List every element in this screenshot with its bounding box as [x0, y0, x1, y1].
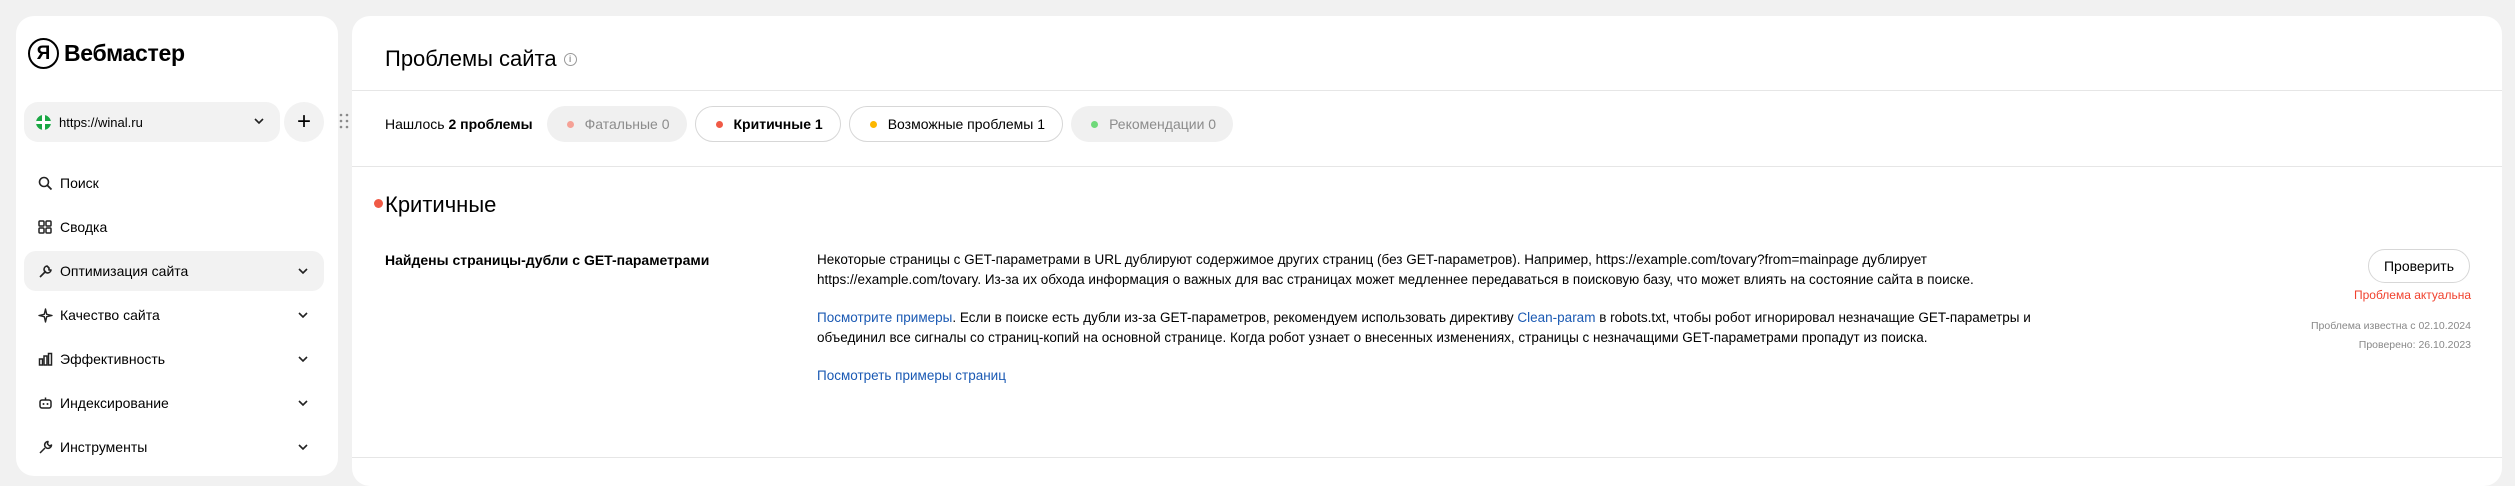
sidebar-item-search[interactable]: Поиск [24, 163, 324, 203]
status-dot-icon [715, 120, 723, 128]
sidebar-item-label: Сводка [60, 219, 108, 235]
robot-icon [37, 395, 53, 411]
filter-critical[interactable]: Критичные 1 [694, 106, 841, 142]
sidebar-item-label: Эффективность [60, 351, 166, 367]
filter-possible[interactable]: Возможные проблемы 1 [848, 106, 1064, 142]
add-site-button[interactable]: + [284, 102, 324, 142]
filter-count: 0 [1208, 116, 1217, 132]
status-dot-icon [869, 120, 877, 128]
chevron-down-icon [296, 264, 310, 278]
examples-link[interactable]: Посмотрите примеры [817, 310, 952, 325]
filter-recommendations[interactable]: Рекомендации 0 [1071, 106, 1234, 142]
filter-label: Критичные [733, 116, 812, 132]
page-title: Проблемы сайта i [385, 46, 577, 72]
site-selector[interactable]: https://winal.ru [24, 102, 280, 142]
sidebar-item-label: Инструменты [60, 439, 148, 455]
filter-fatal[interactable]: Фатальные 0 [546, 106, 687, 142]
found-prefix: Нашлось [385, 116, 445, 132]
sparkle-icon [37, 307, 53, 323]
sidebar-item-quality[interactable]: Качество сайта [24, 295, 324, 335]
paragraph-text: . Если в поиске есть дубли из-за GET-пар… [952, 310, 1518, 325]
sidebar-item-summary[interactable]: Сводка [24, 207, 324, 247]
filter-count: 1 [1037, 116, 1046, 132]
divider [352, 90, 2502, 91]
sidebar-item-label: Качество сайта [60, 307, 160, 323]
divider [352, 457, 2502, 458]
known-since-text: Проблема известна с 02.10.2024 [2310, 320, 2471, 332]
page-title-text: Проблемы сайта [385, 46, 557, 71]
view-examples-link[interactable]: Посмотреть примеры страниц [817, 368, 1006, 383]
filter-count: 0 [661, 116, 670, 132]
tool-icon [37, 439, 53, 455]
filter-label: Возможные проблемы [887, 116, 1034, 132]
sidebar-item-efficiency[interactable]: Эффективность [24, 339, 324, 379]
logo-text: Вебмастер [64, 39, 185, 66]
status-badge: Проблема актуальна [2353, 288, 2471, 302]
problem-description: Некоторые страницы с GET-параметрами в U… [817, 250, 2032, 405]
sidebar-item-label: Оптимизация сайта [60, 263, 189, 279]
sidebar: Я Вебмастер https://winal.ru + Поиск Сво… [16, 16, 349, 476]
grid-icon [37, 219, 53, 235]
filter-label: Фатальные [584, 116, 658, 132]
check-button[interactable]: Проверить [2368, 249, 2470, 283]
chevron-down-icon [296, 396, 310, 410]
chevron-down-icon [252, 114, 266, 128]
problem-title: Найдены страницы-дубли с GET-параметрами [385, 252, 710, 268]
filter-label: Рекомендации [1109, 116, 1205, 132]
sidebar-item-indexing[interactable]: Индексирование [24, 383, 324, 423]
clean-param-link[interactable]: Clean-param [1517, 310, 1595, 325]
sidebar-item-optimization[interactable]: Оптимизация сайта [24, 251, 324, 291]
globe-icon [36, 114, 51, 130]
problem-paragraph-1: Некоторые страницы с GET-параметрами в U… [817, 252, 1974, 287]
drag-handle-icon[interactable] [339, 112, 351, 132]
logo[interactable]: Я Вебмастер [28, 36, 185, 70]
sidebar-item-tools[interactable]: Инструменты [24, 427, 324, 467]
sidebar-item-label: Индексирование [60, 395, 169, 411]
yandex-logo-icon: Я [28, 37, 59, 69]
filter-count: 1 [814, 116, 823, 132]
section-title: Критичные [385, 192, 497, 217]
bar-chart-icon [37, 351, 53, 367]
found-summary: Нашлось 2 проблемы [385, 116, 533, 132]
main-content: Проблемы сайта i Нашлось 2 проблемы Фата… [352, 16, 2502, 486]
search-icon [37, 175, 53, 191]
chevron-down-icon [296, 352, 310, 366]
info-icon[interactable]: i [563, 52, 577, 66]
status-dot-icon [1091, 120, 1099, 128]
chevron-down-icon [296, 308, 310, 322]
found-count: 2 проблемы [448, 116, 533, 132]
sidebar-item-label: Поиск [60, 175, 99, 191]
problem-paragraph-2: Посмотрите примеры. Если в поиске есть д… [817, 308, 2032, 347]
site-url: https://winal.ru [59, 114, 143, 130]
problem-filters: Нашлось 2 проблемы Фатальные 0 Критичные… [385, 106, 1241, 142]
sidebar-nav: Поиск Сводка Оптимизация сайта Качество … [24, 163, 324, 471]
divider [352, 166, 2502, 167]
status-dot-icon [566, 120, 574, 128]
critical-dot-icon [374, 199, 383, 208]
checked-date-text: Проверено: 26.10.2023 [2358, 339, 2471, 351]
wrench-icon [37, 263, 53, 279]
chevron-down-icon [296, 440, 310, 454]
